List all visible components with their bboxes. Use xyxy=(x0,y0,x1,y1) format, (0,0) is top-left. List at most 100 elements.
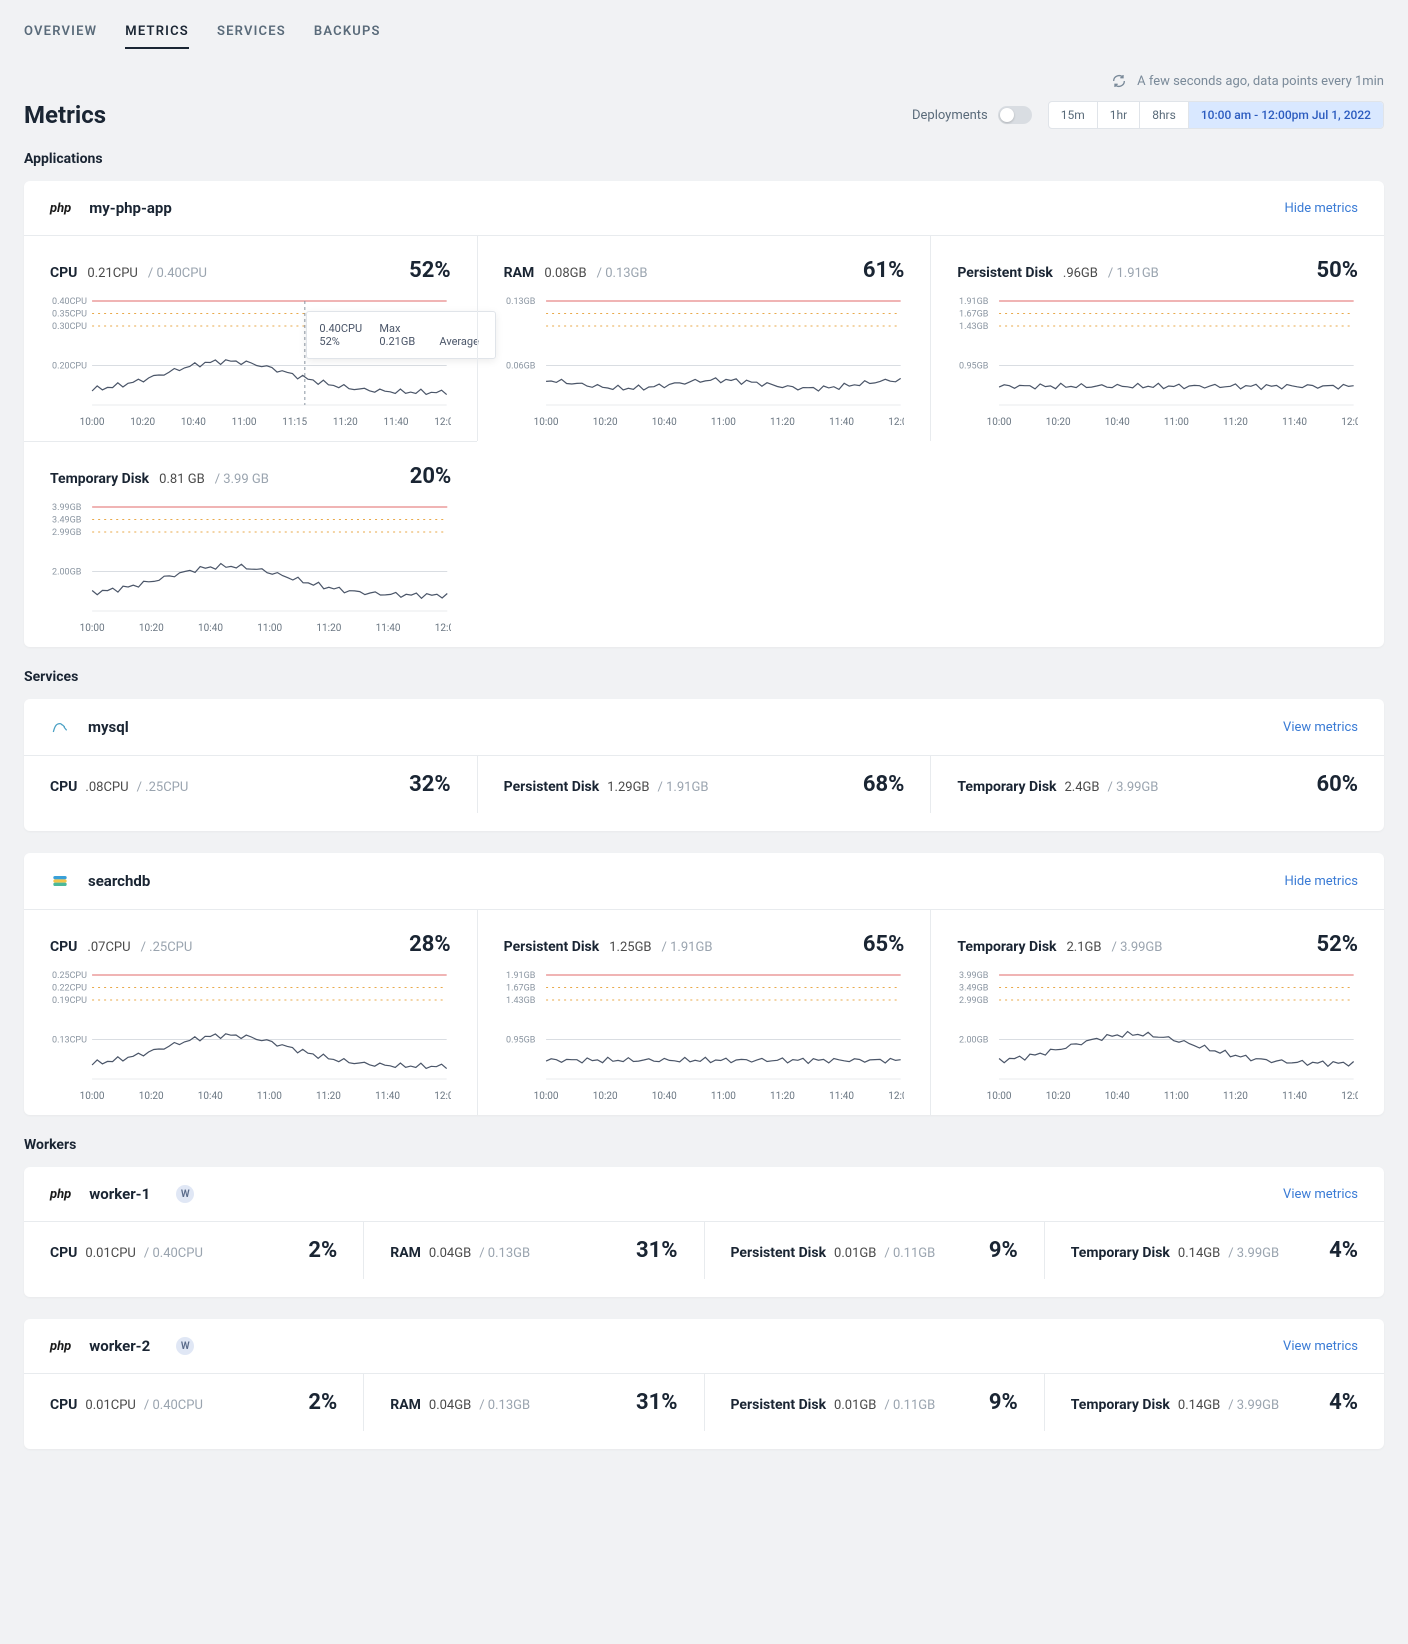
chart-pdisk: Persistent Disk 1.25GB / 1.91GB 65%1.91G… xyxy=(477,910,931,1115)
svg-text:10:00: 10:00 xyxy=(987,417,1012,427)
tab-metrics[interactable]: METRICS xyxy=(125,24,189,49)
chart-percent: 50% xyxy=(1317,258,1359,283)
svg-text:0.06GB: 0.06GB xyxy=(506,361,536,371)
chart-ram: RAM 0.08GB / 0.13GB 61%0.13GB0.06GB10:00… xyxy=(477,236,931,441)
php-icon: php xyxy=(50,201,71,216)
svg-text:0.25CPU: 0.25CPU xyxy=(52,971,87,981)
section-applications: Applications xyxy=(24,151,1384,167)
view-metrics-link[interactable]: View metrics xyxy=(1283,1339,1358,1354)
svg-text:10:00: 10:00 xyxy=(533,1091,558,1101)
svg-text:12:00: 12:00 xyxy=(1342,1091,1358,1101)
worker-badge-icon: W xyxy=(176,1337,194,1355)
searchdb-icon xyxy=(50,871,70,891)
svg-text:11:00: 11:00 xyxy=(711,1091,736,1101)
summary-ram: RAM 0.04GB/ 0.13GB 31% xyxy=(363,1222,677,1279)
refresh-icon[interactable] xyxy=(1111,73,1127,89)
summary-persistent-disk: Persistent Disk 1.29GB/ 1.91GB 68% xyxy=(477,756,905,813)
time-range-option[interactable]: 1hr xyxy=(1098,102,1140,128)
worker-badge-icon: W xyxy=(176,1185,194,1203)
chart-value: .07CPU xyxy=(87,940,130,955)
svg-text:3.99GB: 3.99GB xyxy=(959,971,989,981)
chart-title: CPU xyxy=(50,939,77,955)
chart-title: RAM xyxy=(504,265,535,281)
service-name: mysql xyxy=(88,718,129,736)
section-services: Services xyxy=(24,669,1384,685)
chart-value: 2.1GB xyxy=(1067,940,1102,955)
chart-title: Persistent Disk xyxy=(957,265,1053,281)
svg-text:1.67GB: 1.67GB xyxy=(959,309,989,319)
summary-ram: RAM 0.04GB/ 0.13GB 31% xyxy=(363,1374,677,1431)
svg-text:12:00: 12:00 xyxy=(434,1091,450,1101)
svg-text:1.67GB: 1.67GB xyxy=(506,983,536,993)
chart-value: 0.81 GB xyxy=(159,472,205,487)
svg-text:0.13GB: 0.13GB xyxy=(506,297,536,307)
svg-text:10:40: 10:40 xyxy=(1105,1091,1130,1101)
deployments-toggle[interactable]: Deployments xyxy=(912,106,1032,124)
worker-card-worker-2: php worker-2 W View metricsCPU 0.01CPU/ … xyxy=(24,1319,1384,1449)
svg-text:10:20: 10:20 xyxy=(130,417,155,427)
tab-backups[interactable]: BACKUPS xyxy=(314,24,381,49)
service-card-mysql: mysql View metricsCPU .08CPU/ .25CPU 32%… xyxy=(24,699,1384,831)
svg-text:12:00: 12:00 xyxy=(888,417,904,427)
chart-title: Temporary Disk xyxy=(957,939,1056,955)
svg-text:10:20: 10:20 xyxy=(139,1091,164,1101)
chart-value: .96GB xyxy=(1063,266,1098,281)
time-range-option[interactable]: 15m xyxy=(1049,102,1098,128)
svg-text:0.19CPU: 0.19CPU xyxy=(52,996,87,1006)
view-metrics-link[interactable]: View metrics xyxy=(1283,1187,1358,1202)
chart-tdisk: Temporary Disk 2.1GB / 3.99GB 52%3.99GB3… xyxy=(930,910,1384,1115)
svg-text:10:40: 10:40 xyxy=(651,1091,676,1101)
summary-temporary-disk: Temporary Disk 0.14GB/ 3.99GB 4% xyxy=(1044,1374,1358,1431)
svg-text:11:20: 11:20 xyxy=(770,417,795,427)
chart-max: / 0.40CPU xyxy=(148,266,207,281)
svg-text:11:20: 11:20 xyxy=(1223,417,1248,427)
svg-text:10:00: 10:00 xyxy=(80,1091,105,1101)
svg-text:11:00: 11:00 xyxy=(257,623,282,633)
svg-text:10:40: 10:40 xyxy=(651,417,676,427)
svg-text:2.99GB: 2.99GB xyxy=(959,996,989,1006)
svg-text:0.95GB: 0.95GB xyxy=(959,361,989,371)
svg-text:11:00: 11:00 xyxy=(1164,1091,1189,1101)
chart-max: / 3.99GB xyxy=(1112,940,1163,955)
svg-text:1.43GB: 1.43GB xyxy=(959,322,989,332)
chart-max: / 0.13GB xyxy=(597,266,648,281)
svg-text:1.43GB: 1.43GB xyxy=(506,996,536,1006)
svg-text:10:40: 10:40 xyxy=(181,417,206,427)
summary-temporary-disk: Temporary Disk 2.4GB/ 3.99GB 60% xyxy=(930,756,1358,813)
tab-overview[interactable]: OVERVIEW xyxy=(24,24,97,49)
tab-services[interactable]: SERVICES xyxy=(217,24,286,49)
svg-text:2.00GB: 2.00GB xyxy=(959,1035,989,1045)
svg-text:11:20: 11:20 xyxy=(1223,1091,1248,1101)
chart-max: / .25CPU xyxy=(141,940,193,955)
hide-metrics-link[interactable]: Hide metrics xyxy=(1284,201,1358,216)
chart-max: / 3.99 GB xyxy=(215,472,269,487)
app-name: my-php-app xyxy=(89,199,172,217)
svg-text:11:40: 11:40 xyxy=(829,417,854,427)
svg-text:10:20: 10:20 xyxy=(139,623,164,633)
svg-text:10:40: 10:40 xyxy=(198,623,223,633)
svg-text:10:20: 10:20 xyxy=(1046,1091,1071,1101)
svg-text:11:40: 11:40 xyxy=(375,1091,400,1101)
chart-value: 0.21CPU xyxy=(87,266,137,281)
chart-percent: 20% xyxy=(410,464,452,489)
svg-text:11:20: 11:20 xyxy=(770,1091,795,1101)
svg-text:11:40: 11:40 xyxy=(829,1091,854,1101)
svg-text:3.49GB: 3.49GB xyxy=(52,515,82,525)
chart-title: CPU xyxy=(50,265,77,281)
time-range-option[interactable]: 10:00 am - 12:00pm Jul 1, 2022 xyxy=(1189,102,1383,128)
svg-text:10:20: 10:20 xyxy=(1046,417,1071,427)
svg-text:11:40: 11:40 xyxy=(376,623,401,633)
svg-text:11:00: 11:00 xyxy=(257,1091,282,1101)
svg-text:11:00: 11:00 xyxy=(711,417,736,427)
svg-text:11:00: 11:00 xyxy=(1164,417,1189,427)
toggle-metrics-link[interactable]: View metrics xyxy=(1283,720,1358,735)
chart-title: Temporary Disk xyxy=(50,471,149,487)
time-range-picker: 15m1hr8hrs10:00 am - 12:00pm Jul 1, 2022 xyxy=(1048,101,1384,129)
summary-temporary-disk: Temporary Disk 0.14GB/ 3.99GB 4% xyxy=(1044,1222,1358,1279)
toggle-metrics-link[interactable]: Hide metrics xyxy=(1284,874,1358,889)
svg-text:0.40CPU: 0.40CPU xyxy=(52,297,87,307)
chart-value: 0.08GB xyxy=(544,266,586,281)
chart-title: Persistent Disk xyxy=(504,939,600,955)
time-range-option[interactable]: 8hrs xyxy=(1140,102,1189,128)
toggle-switch-icon[interactable] xyxy=(998,106,1032,124)
